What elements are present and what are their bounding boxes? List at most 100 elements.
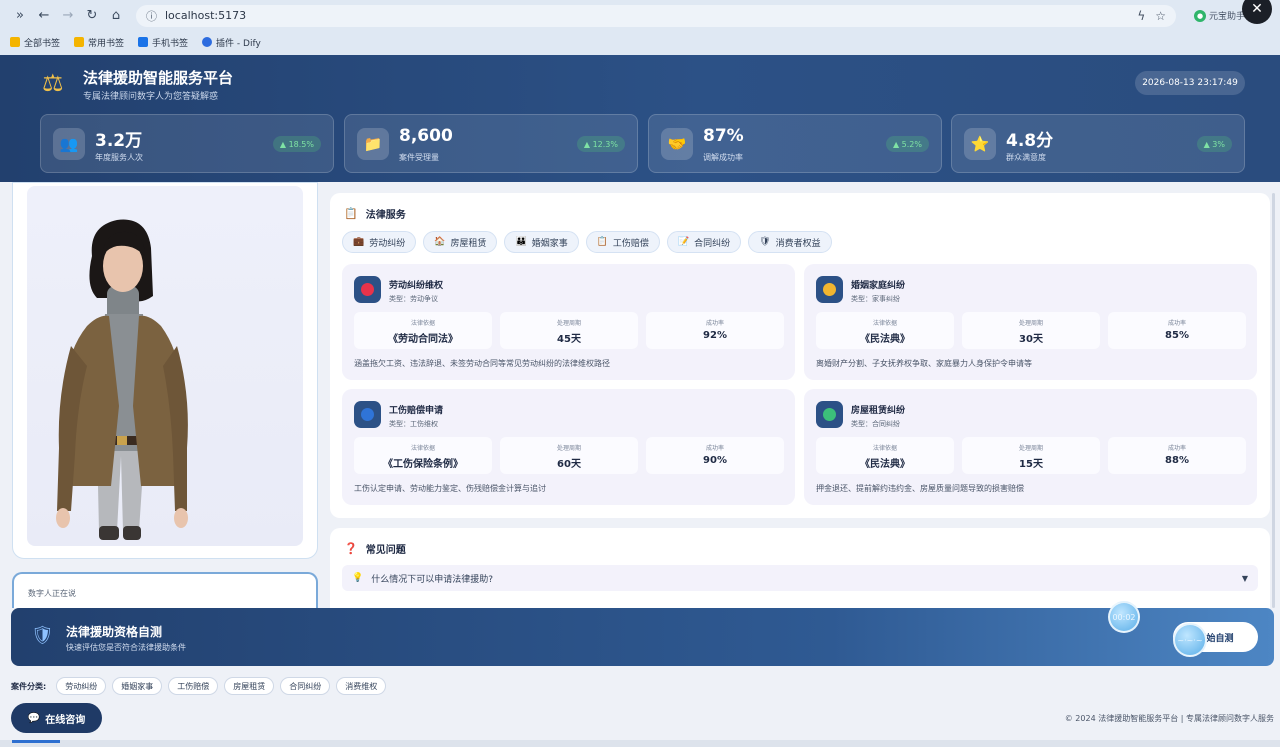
tag-consumer[interactable]: 🛡 消费者权益	[748, 231, 832, 253]
service-description: 押金退还、提前解约违约金、房屋质量问题导致的损害赔偿	[816, 484, 1024, 493]
section-title: 📋 法律服务	[344, 207, 406, 221]
category-chip[interactable]: 工伤赔偿	[168, 677, 219, 695]
stat-trend-badge: ▲ 3%	[1196, 136, 1232, 152]
category-chip[interactable]: 婚姻家事	[112, 677, 163, 695]
period-box: 处理周期 45天	[500, 312, 638, 349]
service-card-labor[interactable]: 劳动纠纷维权 类型：劳动争议 法律依据 《劳动合同法》 处理周期 45天 成功率 92…	[342, 264, 795, 380]
chevron-down-icon: ▼	[1241, 573, 1248, 583]
document-icon: 📋	[596, 237, 608, 247]
tag-injury[interactable]: 📋 工伤赔偿	[585, 231, 660, 253]
service-icon	[816, 276, 843, 303]
faq-question: 什么情况下可以申请法律援助?	[371, 574, 493, 585]
category-chip[interactable]: 合同纠纷	[280, 677, 331, 695]
stat-card: 📁 8,600 案件受理量 ▲ 12.3%	[344, 114, 638, 173]
category-chip[interactable]: 消费维权	[336, 677, 387, 695]
digital-human-avatar	[56, 219, 188, 540]
service-type: 类型：工伤维权	[389, 420, 438, 428]
rate-box: 成功率 88%	[1108, 437, 1246, 474]
faq-panel: ❓ 常见问题 💡 什么情况下可以申请法律援助? ▼	[330, 528, 1270, 608]
basis-box: 法律依据 《民法典》	[816, 312, 954, 349]
star-icon: ⭐	[964, 128, 996, 160]
service-title: 婚姻家庭纠纷	[851, 281, 906, 291]
basis-box: 法律依据 《工伤保险条例》	[354, 437, 492, 474]
service-title: 房屋租赁纠纷	[851, 406, 906, 416]
rate-box: 成功率 90%	[646, 437, 784, 474]
faq-item[interactable]: 💡 什么情况下可以申请法律援助? ▼	[342, 565, 1258, 591]
case-categories: 案件分类: 劳动纠纷 婚姻家事 工伤赔偿 房屋租赁 合同纠纷 消费维权	[11, 677, 387, 695]
categories-label: 案件分类:	[11, 681, 47, 691]
lightning-icon[interactable]: ϟ	[1137, 9, 1145, 23]
extension-button[interactable]: ● 元宝助手	[1194, 9, 1245, 22]
speaking-status-card: 数字人正在说	[12, 572, 318, 608]
service-description: 工伤认定申请、劳动能力鉴定、伤残赔偿金计算与追讨	[354, 484, 546, 493]
bookmark-star-icon[interactable]: ☆	[1155, 9, 1166, 23]
home-icon[interactable]: ⌂	[104, 4, 128, 28]
stat-value: 87%	[703, 126, 744, 146]
reload-icon[interactable]: ↻	[80, 4, 104, 28]
service-description: 离婚财产分割、子女抚养权争取、家庭暴力人身保护令申请等	[816, 359, 1032, 368]
category-chip[interactable]: 劳动纠纷	[56, 677, 107, 695]
eligibility-banner: 🛡 法律援助资格自测 快速评估您是否符合法律援助条件 开始自测	[11, 608, 1274, 666]
service-icon	[354, 401, 381, 428]
service-title: 劳动纠纷维权	[389, 281, 444, 291]
folder-icon	[74, 37, 85, 47]
online-consult-button[interactable]: 💬 在线咨询	[11, 703, 102, 733]
stat-card: 🤝 87% 调解成功率 ▲ 5.2%	[648, 114, 942, 173]
legal-services-panel: 📋 法律服务 💼 劳动纠纷 🏠 房屋租赁 👪 婚姻家事 📋 工伤赔偿 📝 合同纠纷 🛡 消费…	[330, 193, 1270, 518]
forward-icon[interactable]: →	[56, 4, 80, 28]
service-type: 类型：劳动争议	[389, 295, 438, 303]
period-box: 处理周期 30天	[962, 312, 1100, 349]
banner-subtitle: 快速评估您是否符合法律援助条件	[66, 643, 186, 652]
stat-card: ⭐ 4.8分 群众满意度 ▲ 3%	[951, 114, 1245, 173]
tag-housing[interactable]: 🏠 房屋租赁	[423, 231, 498, 253]
page-header: ⚖ 法律援助智能服务平台 专属法律顾问数字人为您答疑解惑 2026-08-13 …	[0, 55, 1280, 182]
service-title: 工伤赔偿申请	[389, 406, 444, 416]
expand-icon[interactable]: »	[8, 4, 32, 28]
banner-title: 法律援助资格自测	[66, 625, 163, 639]
rate-box: 成功率 92%	[646, 312, 784, 349]
stat-label: 调解成功率	[703, 153, 743, 162]
category-chip[interactable]: 房屋租赁	[224, 677, 275, 695]
horizontal-scrollbar[interactable]	[0, 740, 1280, 747]
bookmark-item[interactable]: 插件 - Dify	[202, 36, 261, 49]
tag-family[interactable]: 👪 婚姻家事	[504, 231, 579, 253]
scrollbar[interactable]	[1272, 193, 1275, 608]
bookmark-item[interactable]: 手机书签	[138, 36, 188, 49]
back-icon[interactable]: ←	[32, 4, 56, 28]
question-icon: ❓	[344, 542, 358, 555]
digital-human-stage	[27, 186, 303, 546]
shield-icon: 🛡	[31, 625, 54, 646]
service-card-housing[interactable]: 房屋租赁纠纷 类型：合同纠纷 法律依据 《民法典》 处理周期 15天 成功率 88% …	[804, 389, 1257, 505]
basis-box: 法律依据 《劳动合同法》	[354, 312, 492, 349]
lightbulb-icon: 💡	[352, 573, 364, 583]
recording-timer-bubble[interactable]: 00:02	[1108, 601, 1140, 633]
folder-icon	[138, 37, 149, 47]
browser-chrome: » ← → ↻ ⌂ ⓘ localhost:5173 ϟ ☆ ● 元宝助手 ✕ …	[0, 0, 1280, 55]
chat-icon: 💬	[27, 712, 41, 724]
service-tags: 💼 劳动纠纷 🏠 房屋租赁 👪 婚姻家事 📋 工伤赔偿 📝 合同纠纷 🛡 消费者权益	[342, 231, 832, 253]
site-info-icon[interactable]: ⓘ	[146, 8, 157, 24]
bookmark-item[interactable]: 常用书签	[74, 36, 124, 49]
address-bar[interactable]: ⓘ localhost:5173 ϟ ☆	[136, 4, 1176, 27]
shield-icon: 🛡	[759, 237, 771, 247]
bookmarks-bar: 全部书签 常用书签 手机书签 插件 - Dify	[0, 31, 1280, 53]
speaking-status-text: 数字人正在说	[28, 589, 76, 598]
voice-wave-bubble[interactable]: ~·~·~	[1173, 623, 1207, 657]
dify-icon	[202, 37, 213, 47]
service-icon	[354, 276, 381, 303]
tag-contract[interactable]: 📝 合同纠纷	[666, 231, 742, 253]
period-box: 处理周期 15天	[962, 437, 1100, 474]
service-type: 类型：家事纠纷	[851, 295, 900, 303]
digital-human-card	[12, 182, 318, 559]
stat-value: 8,600	[399, 126, 453, 146]
extension-icon: ●	[1194, 9, 1206, 22]
service-card-family[interactable]: 婚姻家庭纠纷 类型：家事纠纷 法律依据 《民法典》 处理周期 30天 成功率 85% …	[804, 264, 1257, 380]
memo-icon: 📝	[677, 237, 690, 247]
close-icon[interactable]: ✕	[1242, 0, 1272, 24]
clipboard-icon: 📋	[344, 207, 358, 220]
stat-label: 年度服务人次	[95, 153, 143, 162]
service-card-injury[interactable]: 工伤赔偿申请 类型：工伤维权 法律依据 《工伤保险条例》 处理周期 60天 成功率 9…	[342, 389, 795, 505]
tag-labor[interactable]: 💼 劳动纠纷	[342, 231, 417, 253]
bookmark-item[interactable]: 全部书签	[10, 36, 60, 49]
page-subtitle: 专属法律顾问数字人为您答疑解惑	[83, 92, 219, 102]
